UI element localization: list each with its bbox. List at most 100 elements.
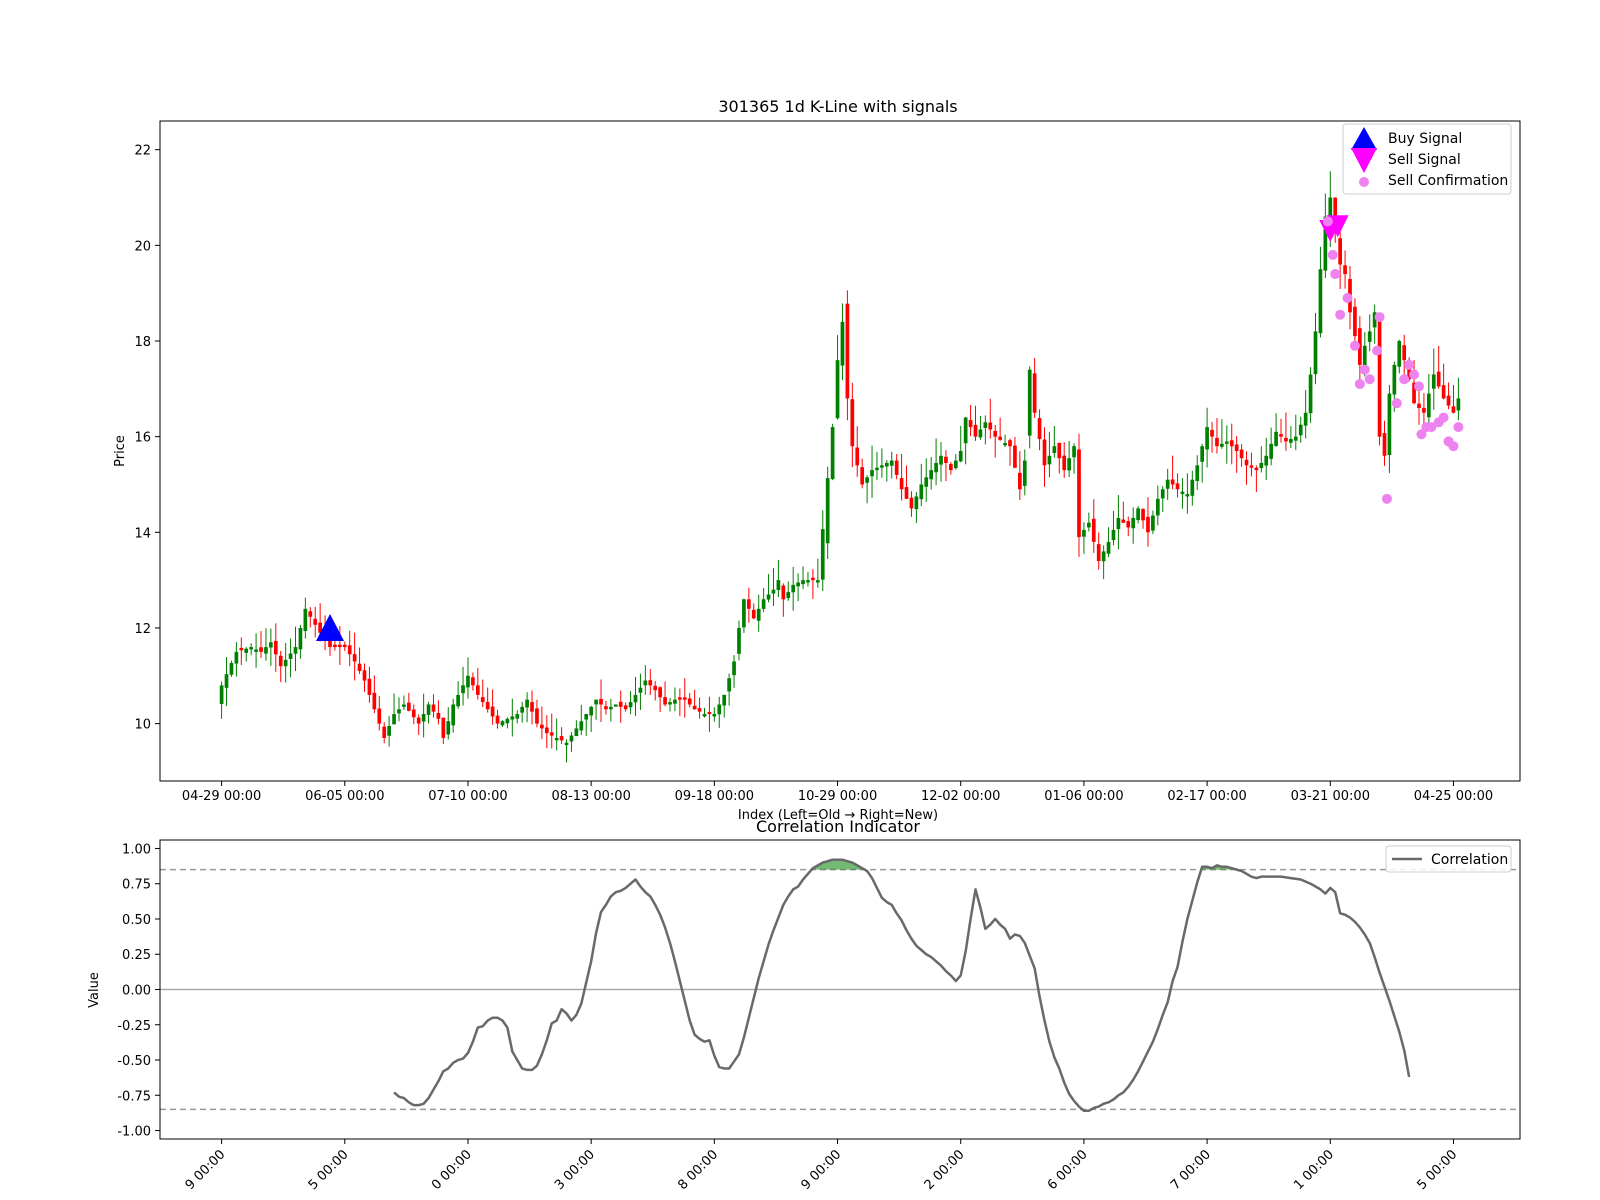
candle-body [1303, 412, 1308, 426]
candle-body [1239, 449, 1244, 459]
candle-body [1397, 341, 1402, 367]
kline-legend: Buy Signal Sell Signal Sell Confirmation [1342, 123, 1512, 195]
candle-body [811, 577, 815, 581]
candle-body [446, 721, 451, 735]
candle-body [224, 674, 229, 688]
candle-body [1249, 465, 1254, 468]
corr-ytick-label: 0.25 [122, 948, 151, 963]
kline-ylabel: Price [113, 435, 128, 467]
candle-body [978, 429, 983, 438]
candle-body [1190, 479, 1195, 496]
kline-xtick-label: 06-05 00:00 [305, 789, 384, 804]
candle-body [1279, 434, 1283, 437]
candle-body [1111, 529, 1116, 541]
candle-body [520, 706, 525, 713]
candle-body [929, 470, 934, 480]
candle-body [1116, 517, 1121, 530]
sell-confirmation-marker [1359, 364, 1370, 375]
candle-body [776, 580, 781, 590]
candle-body [589, 706, 594, 716]
candle-body [382, 726, 387, 738]
candle-body [613, 704, 618, 707]
candle-body [411, 709, 416, 718]
candle-body [431, 704, 436, 712]
corr-xtick-label: 0 00:00 [429, 1147, 475, 1193]
candle-body [1057, 442, 1062, 459]
candle-body [1126, 521, 1131, 528]
corr-ytick-label: 0.75 [122, 878, 151, 893]
candle-body [806, 580, 810, 583]
candle-body [875, 467, 879, 471]
kline-panel: 301365 1d K-Line with signals 10 12 14 16 18… [113, 97, 1521, 823]
candle-body [367, 678, 372, 695]
candle-body [569, 735, 574, 742]
candle-body [1032, 373, 1037, 413]
candle-body [1313, 331, 1318, 375]
chart-figure: 301365 1d K-Line with signals 10 12 14 16 18… [87, 97, 1521, 1193]
candle-body [283, 659, 288, 667]
candle-body [796, 582, 800, 587]
candle-body [219, 685, 224, 704]
candle-body [707, 711, 712, 715]
candle-body [919, 484, 924, 500]
candle-body [515, 714, 520, 719]
candle-body [870, 470, 874, 477]
candle-body [1298, 424, 1303, 436]
candle-body [554, 737, 559, 741]
candle-body [1195, 465, 1200, 481]
candle-body [1269, 443, 1274, 459]
kline-title: 301365 1d K-Line with signals [718, 97, 957, 116]
candle-body [988, 422, 993, 430]
candle-body [1160, 489, 1165, 499]
candle-body [303, 608, 308, 632]
candle-body [397, 709, 401, 714]
candle-body [909, 497, 914, 509]
candle-body [899, 478, 904, 490]
candle-body [1431, 374, 1436, 389]
legend-confirm-marker [1359, 177, 1369, 187]
candle-body [1027, 369, 1032, 436]
candle-body [1441, 385, 1446, 399]
candle-body [579, 721, 584, 731]
corr-xtick-label: 5 00:00 [306, 1147, 352, 1193]
candle-body [1067, 458, 1071, 471]
candle-body [894, 460, 899, 475]
corr-xtick-label: 3 00:00 [552, 1147, 598, 1193]
candle-body [1155, 498, 1160, 516]
candle-body [456, 694, 460, 707]
candle-body [687, 698, 692, 705]
candle-body [949, 464, 953, 471]
candle-body [766, 594, 771, 600]
candle-body [500, 721, 505, 726]
candle-body [609, 706, 613, 710]
kline-candles [219, 171, 1461, 763]
candle-body [1086, 522, 1091, 528]
candle-body [1091, 518, 1096, 542]
candle-body [993, 430, 998, 437]
sell-confirmation-marker [1374, 312, 1385, 323]
candle-body [880, 465, 884, 468]
candle-body [801, 580, 805, 585]
corr-ytick-label: -1.00 [117, 1125, 151, 1140]
candle-body [746, 599, 751, 609]
candle-body [1101, 551, 1106, 562]
candle-body [244, 648, 249, 653]
sell-confirmation-marker [1448, 441, 1459, 452]
candle-body [510, 716, 515, 720]
candle-body [362, 670, 367, 681]
kline-xtick-label: 04-25 00:00 [1414, 789, 1493, 804]
candle-body [264, 647, 268, 654]
candle-body [1254, 467, 1259, 471]
candle-body [525, 699, 529, 708]
candle-body [480, 697, 485, 703]
candle-body [1047, 455, 1052, 465]
candle-body [1220, 443, 1224, 447]
candle-body [1362, 345, 1367, 367]
candle-body [682, 697, 687, 700]
corr-xtick-label: 7 00:00 [1168, 1147, 1214, 1193]
candle-body [530, 702, 534, 712]
candle-body [1042, 439, 1047, 466]
candle-body [884, 462, 889, 467]
candle-body [914, 496, 919, 510]
candle-body [860, 467, 865, 485]
